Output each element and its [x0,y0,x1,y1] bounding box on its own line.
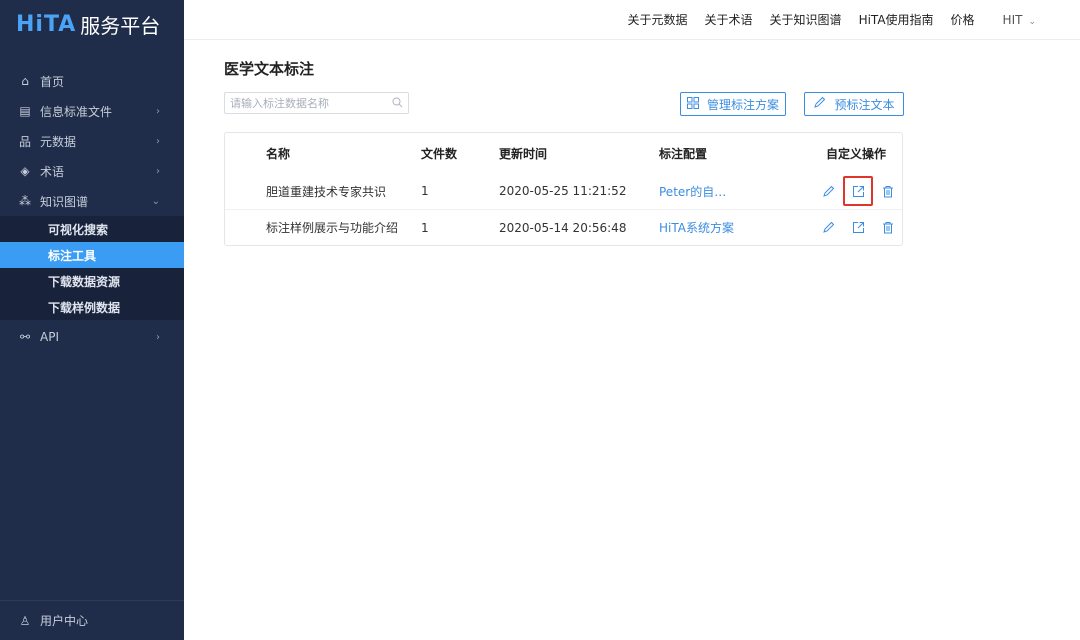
topnav-link-metadata[interactable]: 关于元数据 [628,11,688,28]
home-icon: ⌂ [21,74,29,88]
user-icon: ♙ [19,613,31,628]
sidebar-item-label: 知识图谱 [40,194,89,209]
cell-files: 1 [421,184,429,198]
submenu-item-download-resources[interactable]: 下载数据资源 [0,268,184,294]
cell-config-link[interactable]: Peter的自… [659,183,726,200]
cell-config-link[interactable]: HiTA系统方案 [659,219,734,236]
user-menu[interactable]: HIT ⌄ [1003,13,1036,27]
hierarchy-icon: 品 [18,134,31,149]
chevron-right-icon: › [156,105,160,117]
open-external-icon[interactable] [843,176,873,206]
topnav-link-pricing[interactable]: 价格 [951,11,975,28]
manage-scheme-button[interactable]: 管理标注方案 [680,92,786,116]
search-box [224,92,409,114]
topnav-link-terminology[interactable]: 关于术语 [705,11,753,28]
eye-icon: ◈ [20,164,30,178]
pencil-icon [813,96,826,112]
edit-icon[interactable] [813,213,843,243]
annotation-table: 名称 文件数 更新时间 标注配置 自定义操作 胆道重建技术专家共识 1 2020… [224,132,903,246]
header-time: 更新时间 [499,146,548,161]
logo-mark: HiTA [16,11,77,37]
brand-logo[interactable]: HiTA 服务平台 [0,0,184,48]
page-title: 医学文本标注 [224,60,315,78]
submenu-item-annotation-tool[interactable]: 标注工具 [0,242,184,268]
grid-icon [686,96,699,112]
sidebar-item-label: API [40,330,59,344]
preannotate-button[interactable]: 预标注文本 [804,92,904,116]
preannotate-label: 预标注文本 [834,97,895,112]
trash-icon[interactable] [873,176,903,206]
manage-scheme-label: 管理标注方案 [706,97,779,112]
submenu-item-download-samples[interactable]: 下载样例数据 [0,294,184,320]
topnav-link-guide[interactable]: HiTA使用指南 [859,11,934,28]
sidebar-item-label: 用户中心 [40,614,89,628]
header-name: 名称 [266,146,291,161]
sidebar-item-knowledge-graph[interactable]: ⁂ 知识图谱 ⌄ [0,186,184,216]
sidebar-item-api[interactable]: ⚯ API › [0,322,184,352]
sidebar-item-standards[interactable]: ▤ 信息标准文件 › [0,96,184,126]
submenu-item-visual-search[interactable]: 可视化搜索 [0,216,184,242]
search-input[interactable] [230,96,390,110]
sidebar-item-terminology[interactable]: ◈ 术语 › [0,156,184,186]
table-row: 胆道重建技术专家共识 1 2020-05-25 11:21:52 Peter的自… [225,173,902,209]
logo-text: 服务平台 [80,13,161,38]
knowledge-graph-submenu: 可视化搜索 标注工具 下载数据资源 下载样例数据 [0,216,184,320]
cell-time: 2020-05-25 11:21:52 [499,184,627,198]
sidebar-item-label: 元数据 [40,134,77,149]
sidebar-item-label: 术语 [40,164,65,179]
open-external-icon[interactable] [843,213,873,243]
cell-files: 1 [421,220,429,235]
table-row: 标注样例展示与功能介绍 1 2020-05-14 20:56:48 HiTA系统… [225,209,902,245]
document-icon: ▤ [19,104,31,118]
sidebar-item-home[interactable]: ⌂ 首页 [0,66,184,96]
user-name: HIT [1002,12,1023,27]
header-files: 文件数 [421,146,458,161]
chevron-down-icon: ⌄ [151,195,160,207]
topnav-link-knowledge-graph[interactable]: 关于知识图谱 [770,11,842,28]
edit-icon[interactable] [813,176,843,206]
sidebar-item-label: 首页 [40,74,65,89]
cell-time: 2020-05-14 20:56:48 [499,220,627,235]
cell-name: 胆道重建技术专家共识 [266,184,387,199]
cell-name: 标注样例展示与功能介绍 [266,221,399,235]
sidebar-item-metadata[interactable]: 品 元数据 › [0,126,184,156]
chevron-right-icon: › [156,135,160,147]
toolbar: 管理标注方案 预标注文本 [224,92,904,116]
search-icon[interactable] [392,97,403,111]
sidebar-item-label: 信息标准文件 [40,104,113,119]
table-header-row: 名称 文件数 更新时间 标注配置 自定义操作 [225,133,902,173]
chevron-right-icon: › [156,331,160,343]
link-icon: ⚯ [19,330,31,344]
main-content: 医学文本标注 管理标注方案 预标注文本 名称 文件数 更新时间 标注配置 [224,40,904,246]
sidebar-item-user-center[interactable]: ♙ 用户中心 [0,600,184,640]
header-ops: 自定义操作 [826,146,887,161]
top-nav: 关于元数据 关于术语 关于知识图谱 HiTA使用指南 价格 HIT ⌄ [184,0,1080,40]
chevron-right-icon: › [156,165,160,177]
chevron-down-icon: ⌄ [1028,16,1036,27]
header-config: 标注配置 [659,146,708,161]
graph-icon: ⁂ [19,194,31,208]
row-actions [813,213,903,243]
row-actions [813,176,903,206]
sidebar-nav: ⌂ 首页 ▤ 信息标准文件 › 品 元数据 › ◈ 术语 › ⁂ 知识图谱 ⌄ … [0,66,184,352]
trash-icon[interactable] [873,213,903,243]
sidebar: HiTA 服务平台 ⌂ 首页 ▤ 信息标准文件 › 品 元数据 › ◈ 术语 ›… [0,0,184,640]
